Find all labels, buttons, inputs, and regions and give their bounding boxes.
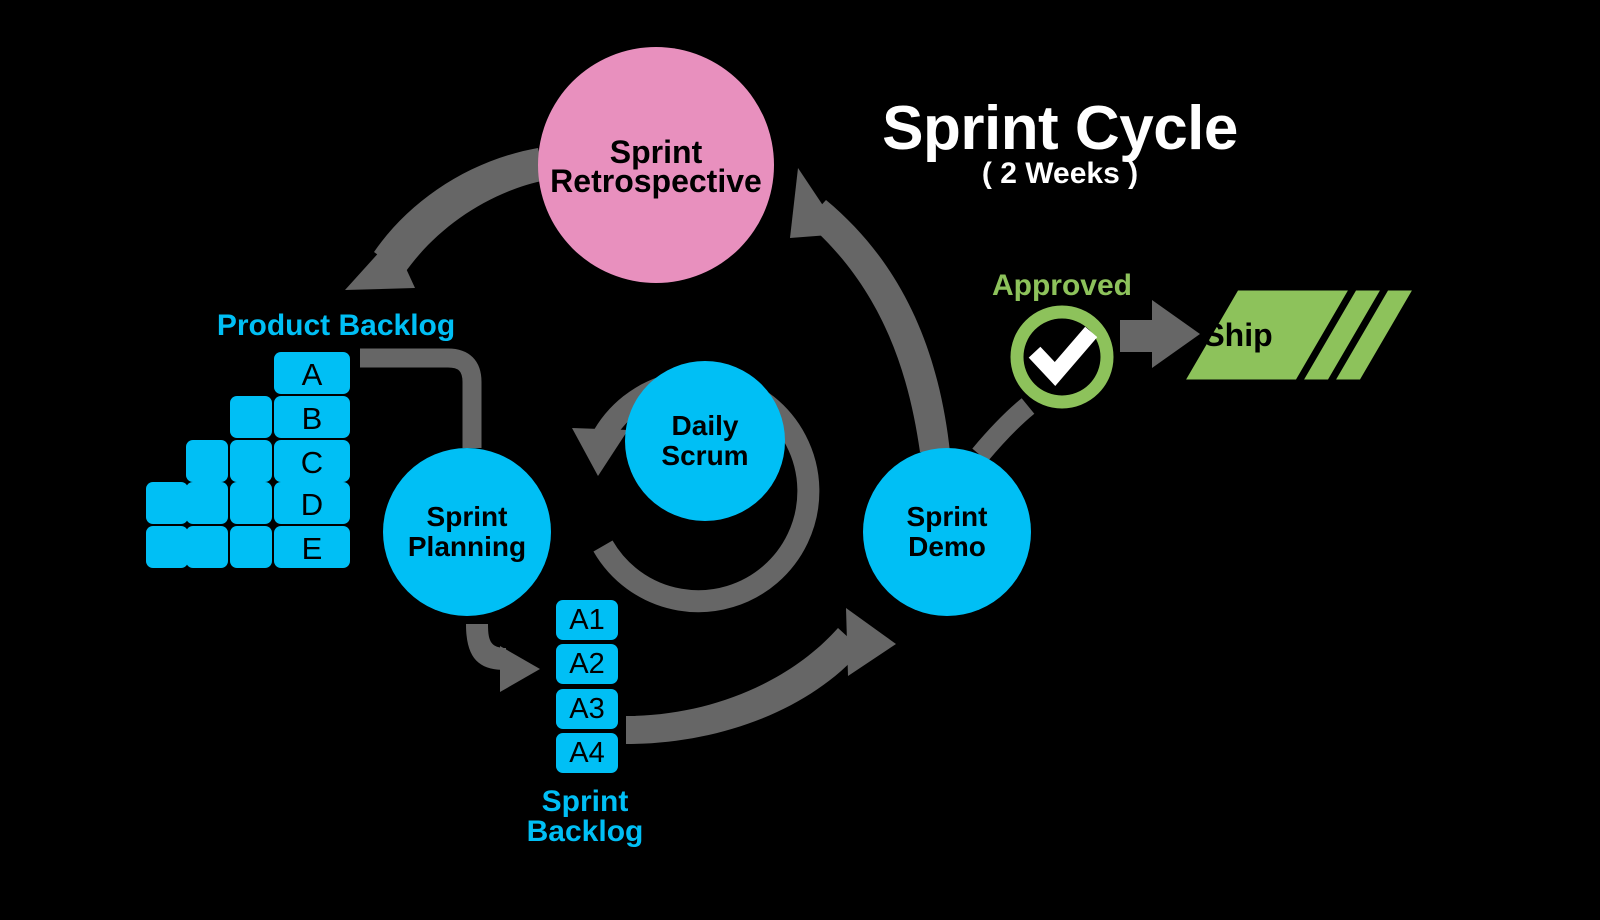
node-sprint-demo[interactable] — [863, 448, 1031, 616]
arrow-approved-to-ship — [1120, 300, 1200, 368]
arrow-demo-to-retrospective — [790, 168, 950, 452]
arrow-backlog-to-planning — [360, 348, 482, 448]
node-sprint-retrospective[interactable] — [538, 47, 774, 283]
node-daily-scrum[interactable] — [625, 361, 785, 521]
diagram-vector-layer — [146, 47, 1422, 773]
check-circle-icon — [1010, 305, 1114, 409]
node-sprint-planning[interactable] — [383, 448, 551, 616]
sprint-cycle-diagram: Sprint Cycle ( 2 Weeks ) Product Backlog… — [0, 0, 1600, 920]
sprint-backlog-cards — [556, 600, 618, 773]
ship-shape-stack — [1176, 283, 1422, 387]
arrow-retrospective-to-backlog — [345, 148, 546, 290]
arrow-planning-to-sprint-backlog — [466, 624, 540, 692]
arrow-demo-to-approved — [972, 398, 1035, 462]
product-backlog-cards — [274, 352, 350, 568]
product-backlog-stack-squares — [146, 396, 272, 568]
arrow-sprint-backlog-to-demo — [626, 608, 896, 744]
